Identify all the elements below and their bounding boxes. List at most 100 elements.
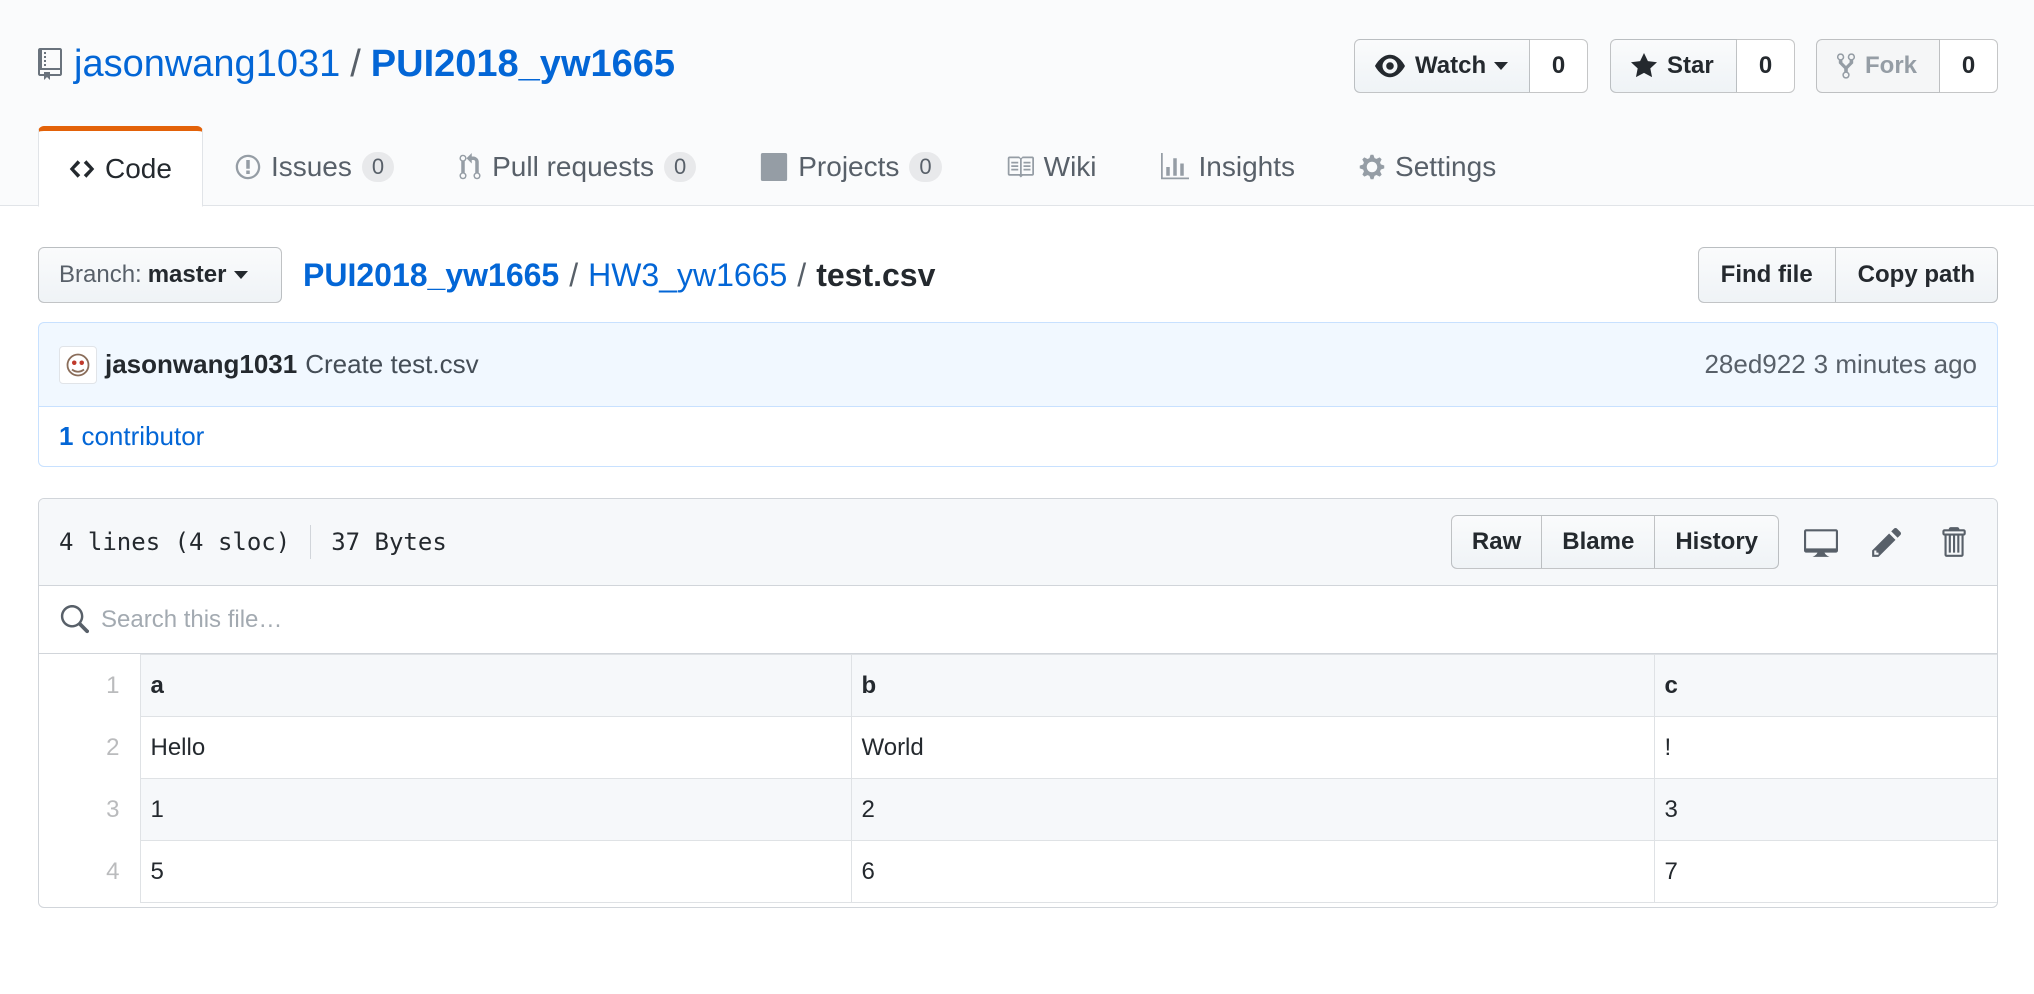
branch-name: master [147,261,227,288]
tab-label: Projects [798,150,900,182]
fork-count[interactable]: 0 [1940,39,1998,93]
book-icon [1007,156,1034,177]
line-number[interactable]: 3 [39,778,141,841]
commit-meta: 28ed922 3 minutes ago [1704,349,1977,380]
line-number[interactable]: 2 [39,716,141,779]
file-line-count: 4 lines (4 sloc) [59,528,291,556]
delete-file-button[interactable] [1929,518,1977,566]
breadcrumb: PUI2018_yw1665 / HW3_yw1665 / test.csv [303,252,935,298]
star-label: Star [1667,52,1714,79]
csv-header-cell: c [1653,654,1997,717]
watch-count[interactable]: 0 [1530,39,1588,93]
file-info-divider [310,525,312,559]
table-row: 4 5 6 7 [39,840,1997,903]
star-icon [1631,53,1657,78]
table-row: 3 1 2 3 [39,778,1997,841]
fork-group: Fork 0 [1816,39,1998,93]
tab-settings[interactable]: Settings [1327,126,1528,207]
tab-label: Issues [270,150,352,182]
raw-button[interactable]: Raw [1450,515,1543,569]
avatar-identicon [66,353,90,376]
csv-cell: Hello [139,716,852,779]
device-desktop-icon [1804,529,1838,557]
copy-path-button[interactable]: Copy path [1835,247,1998,303]
pull-request-icon [459,152,481,179]
trash-icon [1942,527,1966,557]
tab-code[interactable]: Code [38,126,203,207]
tab-wiki[interactable]: Wiki [974,126,1129,207]
contributor-label: contributor [81,421,205,451]
code-icon [69,159,95,178]
tab-insights[interactable]: Insights [1129,126,1328,207]
breadcrumb-separator: / [797,256,807,293]
csv-cell: 7 [1653,840,1997,903]
branch-select-button[interactable]: Branch: master [38,247,282,303]
watch-button[interactable]: Watch [1354,39,1530,93]
tab-label: Code [105,152,172,184]
csv-cell: 6 [850,840,1655,903]
commit-sha-link[interactable]: 28ed922 [1704,349,1805,379]
pencil-icon [1872,527,1902,557]
search-icon [60,604,89,633]
csv-header-cell: b [850,654,1655,717]
tab-issues[interactable]: Issues 0 [203,126,426,207]
file-info: 4 lines (4 sloc) 37 Bytes [59,525,447,559]
history-button[interactable]: History [1655,515,1779,569]
breadcrumb-dir-link[interactable]: HW3_yw1665 [588,257,787,294]
contributors-link[interactable]: 1 contributor [38,406,1998,467]
avatar[interactable] [59,345,97,384]
repo-title-separator: / [350,42,361,85]
desktop-open-button[interactable] [1797,518,1845,566]
file-nav-buttons: Find file Copy path [1697,247,1998,303]
file-header: 4 lines (4 sloc) 37 Bytes Raw Blame Hist… [39,499,1997,586]
project-icon [761,152,788,181]
edit-file-button[interactable] [1863,518,1911,566]
file-box: 4 lines (4 sloc) 37 Bytes Raw Blame Hist… [38,498,1998,908]
line-number[interactable]: 4 [39,840,141,903]
csv-cell: 2 [850,778,1655,841]
chevron-down-icon [234,271,249,279]
csv-cell: World [850,716,1655,779]
csv-cell: 1 [139,778,852,841]
tab-label: Settings [1395,150,1497,182]
file-view-buttons: Raw Blame History [1450,515,1779,569]
contributor-count: 1 [59,421,74,451]
repo-icon [38,48,62,80]
issues-counter: 0 [361,151,395,182]
repo-name-link[interactable]: PUI2018_yw1665 [371,43,675,86]
issue-icon [235,154,261,179]
watch-label: Watch [1415,52,1487,79]
file-actions: Raw Blame History [1450,515,1977,569]
line-number[interactable]: 1 [39,654,141,717]
eye-icon [1375,54,1405,78]
star-group: Star 0 [1610,39,1795,93]
file-size: 37 Bytes [331,528,447,556]
repo-owner-link[interactable]: jasonwang1031 [74,43,340,86]
fork-label: Fork [1865,52,1918,79]
projects-counter: 0 [909,151,942,182]
tab-projects[interactable]: Projects 0 [728,126,973,207]
repo-title: jasonwang1031 / PUI2018_yw1665 [38,40,675,88]
find-file-button[interactable]: Find file [1697,247,1836,303]
repo-header: jasonwang1031 / PUI2018_yw1665 Watch 0 S… [0,0,2034,207]
commit-tease: jasonwang1031 Create test.csv 28ed922 3 m… [38,322,1998,407]
fork-button[interactable]: Fork [1816,39,1940,93]
csv-header-row: 1 a b c [39,654,1997,717]
tab-pull-requests[interactable]: Pull requests 0 [426,126,728,207]
csv-cell: 3 [1653,778,1997,841]
blame-button[interactable]: Blame [1542,515,1656,569]
breadcrumb-file-name: test.csv [816,256,936,293]
star-count[interactable]: 0 [1737,39,1795,93]
commit-author-link[interactable]: jasonwang1031 [105,349,297,380]
chevron-down-icon [1494,62,1509,70]
graph-icon [1160,152,1189,179]
watch-group: Watch 0 [1354,39,1588,93]
file-search-input[interactable] [101,605,1601,634]
breadcrumb-repo-link[interactable]: PUI2018_yw1665 [303,257,559,294]
csv-header-cell: a [139,654,852,717]
star-button[interactable]: Star [1610,39,1737,93]
branch-prefix: Branch: [59,261,142,288]
table-row: 2 Hello World ! [39,716,1997,779]
gear-icon [1359,154,1385,179]
commit-message-link[interactable]: Create test.csv [305,349,478,380]
